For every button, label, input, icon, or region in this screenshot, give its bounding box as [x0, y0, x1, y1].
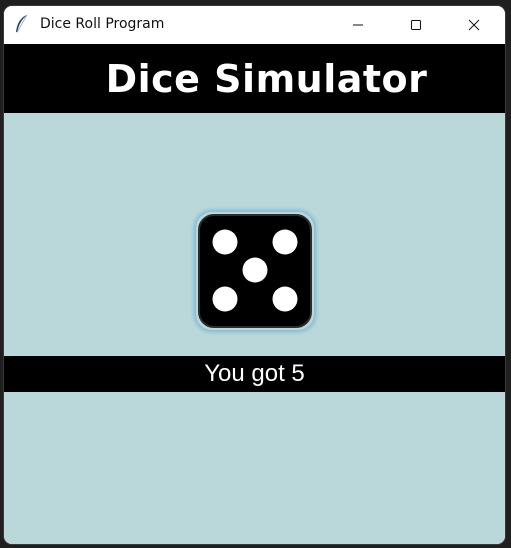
maximize-icon [411, 20, 421, 30]
dice-pip [212, 286, 238, 312]
minimize-button[interactable] [329, 6, 387, 44]
app-header: Dice Simulator [4, 44, 505, 113]
dice-pip [242, 257, 268, 283]
dice-five-icon [198, 214, 312, 328]
dice-pip [272, 286, 298, 312]
title-bar[interactable]: Dice Roll Program [4, 6, 505, 44]
minimize-icon [353, 24, 363, 26]
close-button[interactable] [445, 6, 503, 44]
result-label: You got 5 [204, 360, 305, 387]
window-title: Dice Roll Program [40, 16, 165, 32]
dice-face [196, 212, 314, 330]
dice-pip [272, 229, 298, 255]
result-bar: You got 5 [4, 356, 505, 392]
dice-canvas: You got 5 [4, 113, 505, 544]
maximize-button[interactable] [387, 6, 445, 44]
close-icon [468, 19, 480, 31]
app-window: Dice Roll Program Dice Simulator You got… [4, 6, 505, 544]
feather-icon [16, 14, 28, 33]
dice-pip [212, 229, 238, 255]
app-title: Dice Simulator [105, 56, 428, 101]
